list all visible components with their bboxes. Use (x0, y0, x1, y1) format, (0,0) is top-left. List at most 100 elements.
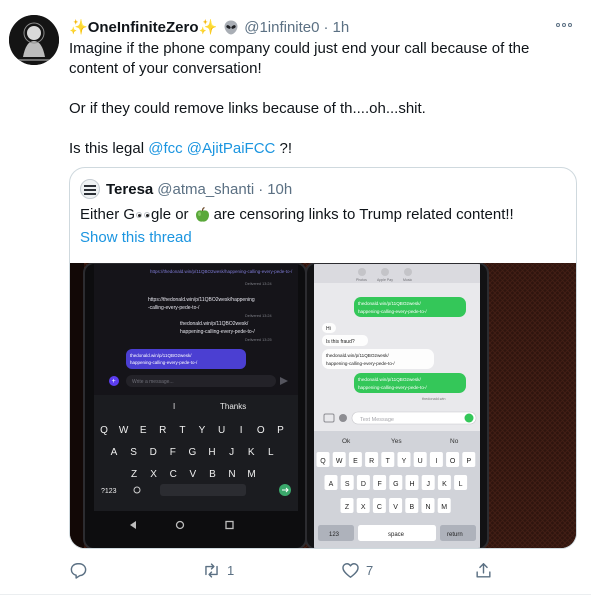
quoted-separator: · (258, 180, 264, 198)
right-bubble-1-line-1: thedonald.win/p/11QBO2wesk/ (358, 301, 421, 306)
key-m: M (441, 504, 447, 511)
retweet-button[interactable]: 1 (202, 560, 234, 580)
retweet-icon (205, 562, 218, 578)
right-bubble-1-line-2: happening-calling-every-pede-to-/ (358, 309, 427, 314)
key-c: C (377, 504, 382, 511)
left-link-line-1: https://thedonald.win/p/11QBO2wesk/happe… (148, 297, 255, 303)
tweet-time[interactable]: 1h (333, 19, 350, 36)
tweet-card[interactable]: ✨ OneInfiniteZero ✨ @1infinite0 · 1h Ima… (0, 0, 591, 595)
key-n: N (425, 504, 430, 511)
key-e: E (140, 425, 147, 436)
quoted-text-part-3: are censoring links to Trump related con… (213, 206, 514, 223)
right-bubble-2-line-1: thedonald.win/p/11QBO2wesk/ (358, 377, 421, 382)
quoted-text-part-1: Either G (80, 206, 136, 223)
right-suggestion-1: Ok (342, 438, 351, 445)
key-y: Y (402, 458, 407, 465)
key-g: G (189, 447, 197, 458)
key-o: O (450, 458, 456, 465)
key-b: B (209, 469, 216, 480)
show-thread-link[interactable]: Show this thread (80, 228, 192, 248)
like-count: 7 (366, 562, 374, 578)
right-label-music: Music (403, 278, 412, 282)
key-w: W (336, 458, 343, 465)
key-i: I (435, 458, 437, 465)
key-h: H (409, 481, 414, 488)
left-link-line-4: happening-calling-every-pede-to-/ (180, 329, 255, 335)
left-suggestion-1: I (173, 402, 175, 411)
like-icon (342, 562, 359, 578)
tweet-text-prefix: Is this legal (69, 140, 149, 157)
quoted-media-photo[interactable]: https://thedonald.win/p/11QBO2wesk/happe… (70, 263, 576, 548)
key-j: J (229, 447, 234, 458)
quoted-text-part-2: gle or (151, 206, 189, 223)
mention-fcc[interactable]: @fcc (148, 140, 182, 157)
right-sent-bubble-1 (354, 297, 466, 317)
left-bubble-line-1: thedonald.win/p/11QBO2wesk/ (130, 353, 192, 358)
key-e: E (353, 458, 358, 465)
avatar[interactable] (9, 15, 59, 65)
key-l: L (268, 447, 274, 458)
sparkle-emoji-left: ✨ (69, 19, 88, 36)
key-f: F (170, 447, 176, 458)
key-q: Q (100, 425, 108, 436)
left-url-line: https://thedonald.win/p/11QBO2wesk/happe… (150, 269, 293, 274)
quoted-time: 10h (267, 180, 293, 198)
left-timestamp-3: Delivered 13:25 (245, 338, 272, 342)
key-u: U (418, 458, 423, 465)
tweet-actions: 1 7 (69, 560, 539, 580)
right-incoming-link-line-1: thedonald.win/p/11QBO2wesk/ (326, 353, 389, 358)
left-space-key (160, 484, 246, 496)
key-w: W (119, 425, 129, 436)
key-v: V (393, 504, 398, 511)
like-button[interactable]: 7 (341, 560, 373, 580)
apple-emoji (195, 207, 209, 222)
tweet-header: ✨ OneInfiniteZero ✨ @1infinite0 · 1h (69, 17, 349, 37)
key-g: G (393, 481, 398, 488)
key-k: K (248, 447, 255, 458)
right-return-label: return (447, 532, 463, 538)
retweet-count: 1 (227, 562, 235, 578)
more-icon[interactable] (555, 18, 573, 32)
sparkle-emoji-right: ✨ (198, 19, 218, 36)
right-incoming-fraud: Is this fraud? (326, 339, 355, 345)
user-handle[interactable]: @1infinite0 (244, 19, 319, 36)
quoted-tweet[interactable]: Teresa @atma_shanti · 10h Either G gle o… (69, 167, 577, 549)
right-appstore-icon (339, 414, 347, 422)
mention-ajitpaifcc[interactable]: @AjitPaiFCC (187, 140, 276, 157)
phones-photo: https://thedonald.win/p/11QBO2wesk/happe… (70, 263, 576, 548)
key-o: O (257, 425, 265, 436)
key-t: T (386, 458, 391, 465)
left-input-placeholder: Write a message... (132, 379, 174, 385)
eyes-emoji (136, 212, 151, 218)
quoted-display-name: Teresa (106, 180, 154, 198)
reply-icon (70, 562, 87, 579)
right-label-apple-pay: Apple Pay (377, 278, 393, 282)
key-a: A (329, 481, 334, 488)
share-button[interactable] (474, 560, 493, 580)
left-numbers-key: ?123 (101, 488, 117, 495)
key-q: Q (320, 458, 326, 465)
right-space-label: space (388, 532, 405, 538)
key-d: D (361, 481, 366, 488)
header-separator: · (323, 18, 329, 36)
key-l: L (459, 481, 463, 488)
left-add-glyph: + (112, 378, 116, 385)
key-m: M (247, 469, 255, 480)
right-send-icon (464, 413, 474, 423)
tweet-text-line-4: Is this legal @fcc @AjitPaiFCC ?! (69, 139, 569, 159)
display-name[interactable]: OneInfiniteZero (88, 19, 199, 36)
key-d: D (150, 447, 157, 458)
key-z: Z (131, 469, 137, 480)
right-keys-row-2: ASDFGHJKL (324, 475, 468, 490)
key-x: X (361, 504, 366, 511)
left-suggestion-2: Thanks (220, 402, 246, 411)
alien-icon (224, 20, 238, 34)
left-timestamp-2: Delivered 13:24 (245, 314, 272, 318)
reply-button[interactable] (69, 560, 94, 580)
key-s: S (345, 481, 350, 488)
key-y: Y (199, 425, 206, 436)
key-i: I (240, 425, 243, 436)
key-r: R (369, 458, 374, 465)
right-bubble-2-sub: thedonald.win (422, 397, 445, 401)
right-suggestion-2: Yes (391, 438, 402, 445)
